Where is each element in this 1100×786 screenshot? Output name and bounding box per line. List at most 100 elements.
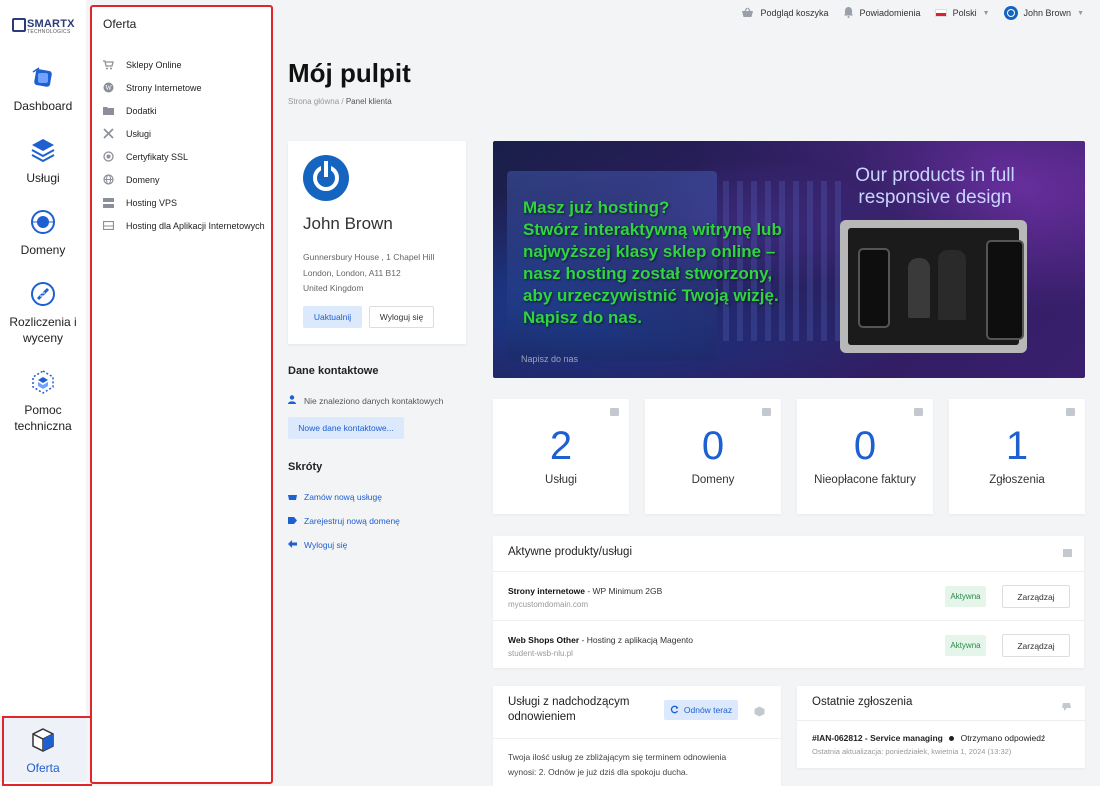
offer-item-websites[interactable]: W Strony Internetowe (102, 76, 265, 99)
page-title: Mój pulpit (288, 58, 411, 88)
power-avatar-icon (303, 155, 349, 201)
product-title: Web Shops Other - Hosting z aplikacją Ma… (508, 635, 693, 645)
product-row[interactable]: Strony internetowe - WP Minimum 2GB mycu… (493, 571, 1084, 620)
stat-label: Domeny (691, 474, 735, 486)
contacts-title: Dane kontaktowe (288, 365, 379, 377)
server-icon (102, 197, 114, 209)
rail-item-domains[interactable]: Domeny (0, 208, 86, 258)
offer-item-services[interactable]: Usługi (102, 122, 265, 145)
user-icon (288, 395, 296, 406)
cart-icon (102, 59, 114, 71)
offer-item-label: Hosting dla Aplikacji Internetowych (126, 220, 265, 231)
banner-cta: Napisz do nas (521, 354, 579, 364)
banner-promo-text: Masz już hosting? Stwórz interaktywną wi… (523, 197, 782, 329)
stat-value: 0 (853, 424, 877, 468)
folder-plus-icon (102, 105, 114, 117)
refresh-icon (670, 705, 679, 716)
new-contact-button[interactable]: Nowe dane kontaktowe... (288, 417, 404, 439)
language-selector[interactable]: Polski ▼ (934, 8, 990, 18)
shortcut-register-domain[interactable]: Zarejestruj nową domenę (288, 516, 400, 526)
box-icon (754, 704, 765, 722)
address-line: London, London, A11 B12 (303, 267, 401, 278)
contacts-empty-row: Nie znaleziono danych kontaktowych (288, 395, 443, 406)
model-figure (938, 250, 966, 320)
offer-item-online-shops[interactable]: Sklepy Online (102, 53, 265, 76)
notifications-link[interactable]: Powiadomienia (843, 6, 921, 20)
stat-card-domains[interactable]: 0 Domeny (645, 399, 781, 514)
shortcut-order-service[interactable]: Zamów nową usługę (288, 492, 382, 502)
ticket-row[interactable]: #IAN-062812 - Service managing Otrzymano… (812, 733, 1045, 743)
breadcrumb-home[interactable]: Strona główna (288, 97, 339, 106)
device-screen (848, 228, 1024, 345)
stat-label: Usługi (545, 474, 577, 486)
rail-item-support[interactable]: Pomoc techniczna (0, 368, 86, 434)
shortcut-label: Zarejestruj nową domenę (304, 516, 400, 526)
divider (493, 738, 781, 739)
stat-value: 1 (1005, 424, 1029, 468)
device-mockup-image (840, 220, 1027, 353)
offer-item-label: Certyfikaty SSL (126, 151, 189, 162)
offer-menu-list: Sklepy Online W Strony Internetowe Dodatk… (102, 53, 265, 237)
product-name: Web Shops Other (508, 635, 580, 645)
banner-line: Stwórz interaktywną witrynę lub (523, 220, 782, 239)
shortcut-label: Zamów nową usługę (304, 492, 382, 502)
user-menu[interactable]: John Brown ▼ (1003, 6, 1084, 20)
tag-icon (762, 408, 771, 416)
ticket-status: Otrzymano odpowiedź (960, 733, 1046, 743)
logo-mark (12, 18, 26, 32)
renew-now-button[interactable]: Odnów teraz (664, 700, 738, 720)
arrow-back-icon (288, 540, 297, 550)
stat-card-tickets[interactable]: 1 Zgłoszenia (949, 399, 1085, 514)
tag-icon (288, 516, 297, 526)
manage-button[interactable]: Zarządzaj (1002, 634, 1070, 657)
hdd-icon (102, 220, 114, 232)
panel-title: Aktywne produkty/usługi (508, 546, 633, 558)
offer-item-ssl[interactable]: Certyfikaty SSL (102, 145, 265, 168)
model-figure (908, 258, 930, 318)
recent-tickets-panel: Ostatnie zgłoszenia #IAN-062812 - Servic… (797, 686, 1085, 768)
offer-item-label: Usługi (126, 128, 152, 139)
rail-label: Dashboard (13, 99, 73, 113)
renew-now-label: Odnów teraz (683, 705, 733, 715)
offer-menu-panel: Oferta Sklepy Online W Strony Internetowe… (90, 5, 273, 784)
rail-item-dashboard[interactable]: Dashboard (0, 64, 86, 114)
status-badge: Aktywna (945, 586, 986, 607)
offer-item-domains[interactable]: Domeny (102, 168, 265, 191)
offer-item-vps[interactable]: Hosting VPS (102, 191, 265, 214)
ticket-updated: Ostatnia aktualizacja: poniedziałek, kwi… (812, 747, 1012, 756)
rail-item-services[interactable]: Usługi (0, 136, 86, 186)
basket-icon (741, 7, 754, 20)
chevron-down-icon: ▼ (982, 9, 990, 17)
shortcut-logout[interactable]: Wyloguj się (288, 540, 347, 550)
offer-item-app-hosting[interactable]: Hosting dla Aplikacji Internetowych (102, 214, 265, 237)
product-row[interactable]: Web Shops Other - Hosting z aplikacją Ma… (493, 620, 1084, 669)
update-profile-button[interactable]: Uaktualnij (303, 306, 362, 328)
promo-banner[interactable]: Masz już hosting? Stwórz interaktywną wi… (493, 141, 1085, 378)
profile-name: John Brown (303, 214, 393, 233)
company-logo[interactable]: SMARTX TECHNOLOGICS (12, 16, 74, 36)
tools-icon (102, 128, 114, 140)
status-dot-icon (949, 736, 955, 742)
stat-value: 2 (549, 424, 573, 468)
bell-icon (843, 6, 854, 20)
highlight-frame-offer (2, 716, 92, 786)
rail-item-billing[interactable]: Rozliczenia i wyceny (0, 280, 86, 346)
phone-mockup (858, 248, 890, 328)
active-products-panel: Aktywne produkty/usługi Strony interneto… (493, 536, 1084, 668)
shortcut-label: Wyloguj się (304, 540, 348, 550)
stat-card-unpaid-invoices[interactable]: 0 Nieopłacone faktury (797, 399, 933, 514)
offer-item-addons[interactable]: Dodatki (102, 99, 265, 122)
logout-button[interactable]: Wyloguj się (369, 306, 434, 328)
stat-card-services[interactable]: 2 Usługi (493, 399, 629, 514)
dashboard-icon (32, 67, 52, 87)
basket-icon (288, 492, 297, 502)
globe-icon (102, 174, 114, 186)
wordpress-icon: W (102, 82, 114, 94)
shortcuts-title: Skróty (288, 461, 323, 473)
cart-label: Podgląd koszyka (760, 8, 829, 18)
cart-preview-link[interactable]: Podgląd koszyka (741, 7, 829, 20)
offer-item-label: Strony Internetowe (126, 82, 202, 93)
user-avatar-icon (1003, 6, 1018, 20)
manage-button[interactable]: Zarządzaj (1002, 585, 1070, 608)
offer-menu-title: Oferta (103, 17, 137, 31)
